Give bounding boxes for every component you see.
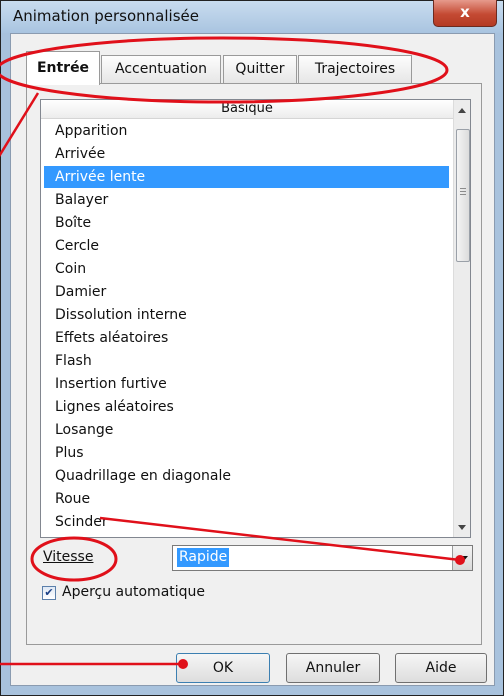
list-item[interactable]: Boîte [44,212,449,234]
list-item[interactable]: Dissolution interne [44,304,449,326]
speed-dropdown-button[interactable] [452,546,472,570]
ok-button[interactable]: OK [176,653,270,683]
effects-list[interactable]: Basique Apparition Arrivée Arrivée lente Ba… [40,99,471,538]
list-item[interactable]: Coin [44,258,449,280]
list-item[interactable]: Cercle [44,235,449,257]
tab-entree[interactable]: Entrée [26,51,100,85]
grip-line [460,194,466,195]
list-item[interactable]: Quadrillage en diagonale [44,465,449,487]
list-item[interactable]: Effets aléatoires [44,327,449,349]
tab-accentuation[interactable]: Accentuation [101,55,221,84]
auto-preview-label[interactable]: Aperçu automatique [62,584,205,600]
list-item[interactable]: Damier [44,281,449,303]
list-item[interactable]: Scinder [44,511,449,533]
tab-quitter[interactable]: Quitter [223,55,297,84]
checkmark-icon: ✔ [44,586,54,599]
list-item[interactable]: Losange [44,419,449,441]
help-button[interactable]: Aide [395,653,487,683]
cancel-button[interactable]: Annuler [286,653,380,683]
scroll-down-icon[interactable] [458,525,466,530]
list-item[interactable]: Roue [44,488,449,510]
list-item[interactable]: Plus [44,442,449,464]
window-title: Animation personnalisée [13,7,199,25]
list-item[interactable]: Arrivée [44,143,449,165]
grip-line [460,191,466,192]
list-item[interactable]: Flash [44,350,449,372]
speed-label: Vitesse [43,549,94,565]
tab-trajectoires[interactable]: Trajectoires [298,55,412,84]
auto-preview-checkbox[interactable]: ✔ [42,586,56,600]
speed-value: Rapide [177,548,230,567]
list-item[interactable]: Arrivée lente [44,166,449,188]
list-item[interactable]: Balayer [44,189,449,211]
close-icon: x [460,3,470,21]
chevron-down-icon [458,556,468,562]
scroll-up-icon[interactable] [458,108,466,113]
list-item[interactable]: Insertion furtive [44,373,449,395]
title-bar[interactable]: Animation personnalisée x [1,0,503,33]
list-group-header: Basique [41,100,453,119]
speed-select[interactable]: Rapide [172,545,473,571]
grip-line [460,188,466,189]
list-item[interactable]: Apparition [44,120,449,142]
scroll-thumb[interactable] [456,129,470,262]
close-button[interactable]: x [433,0,497,27]
list-item[interactable]: Lignes aléatoires [44,396,449,418]
list-scrollbar[interactable] [453,100,470,537]
